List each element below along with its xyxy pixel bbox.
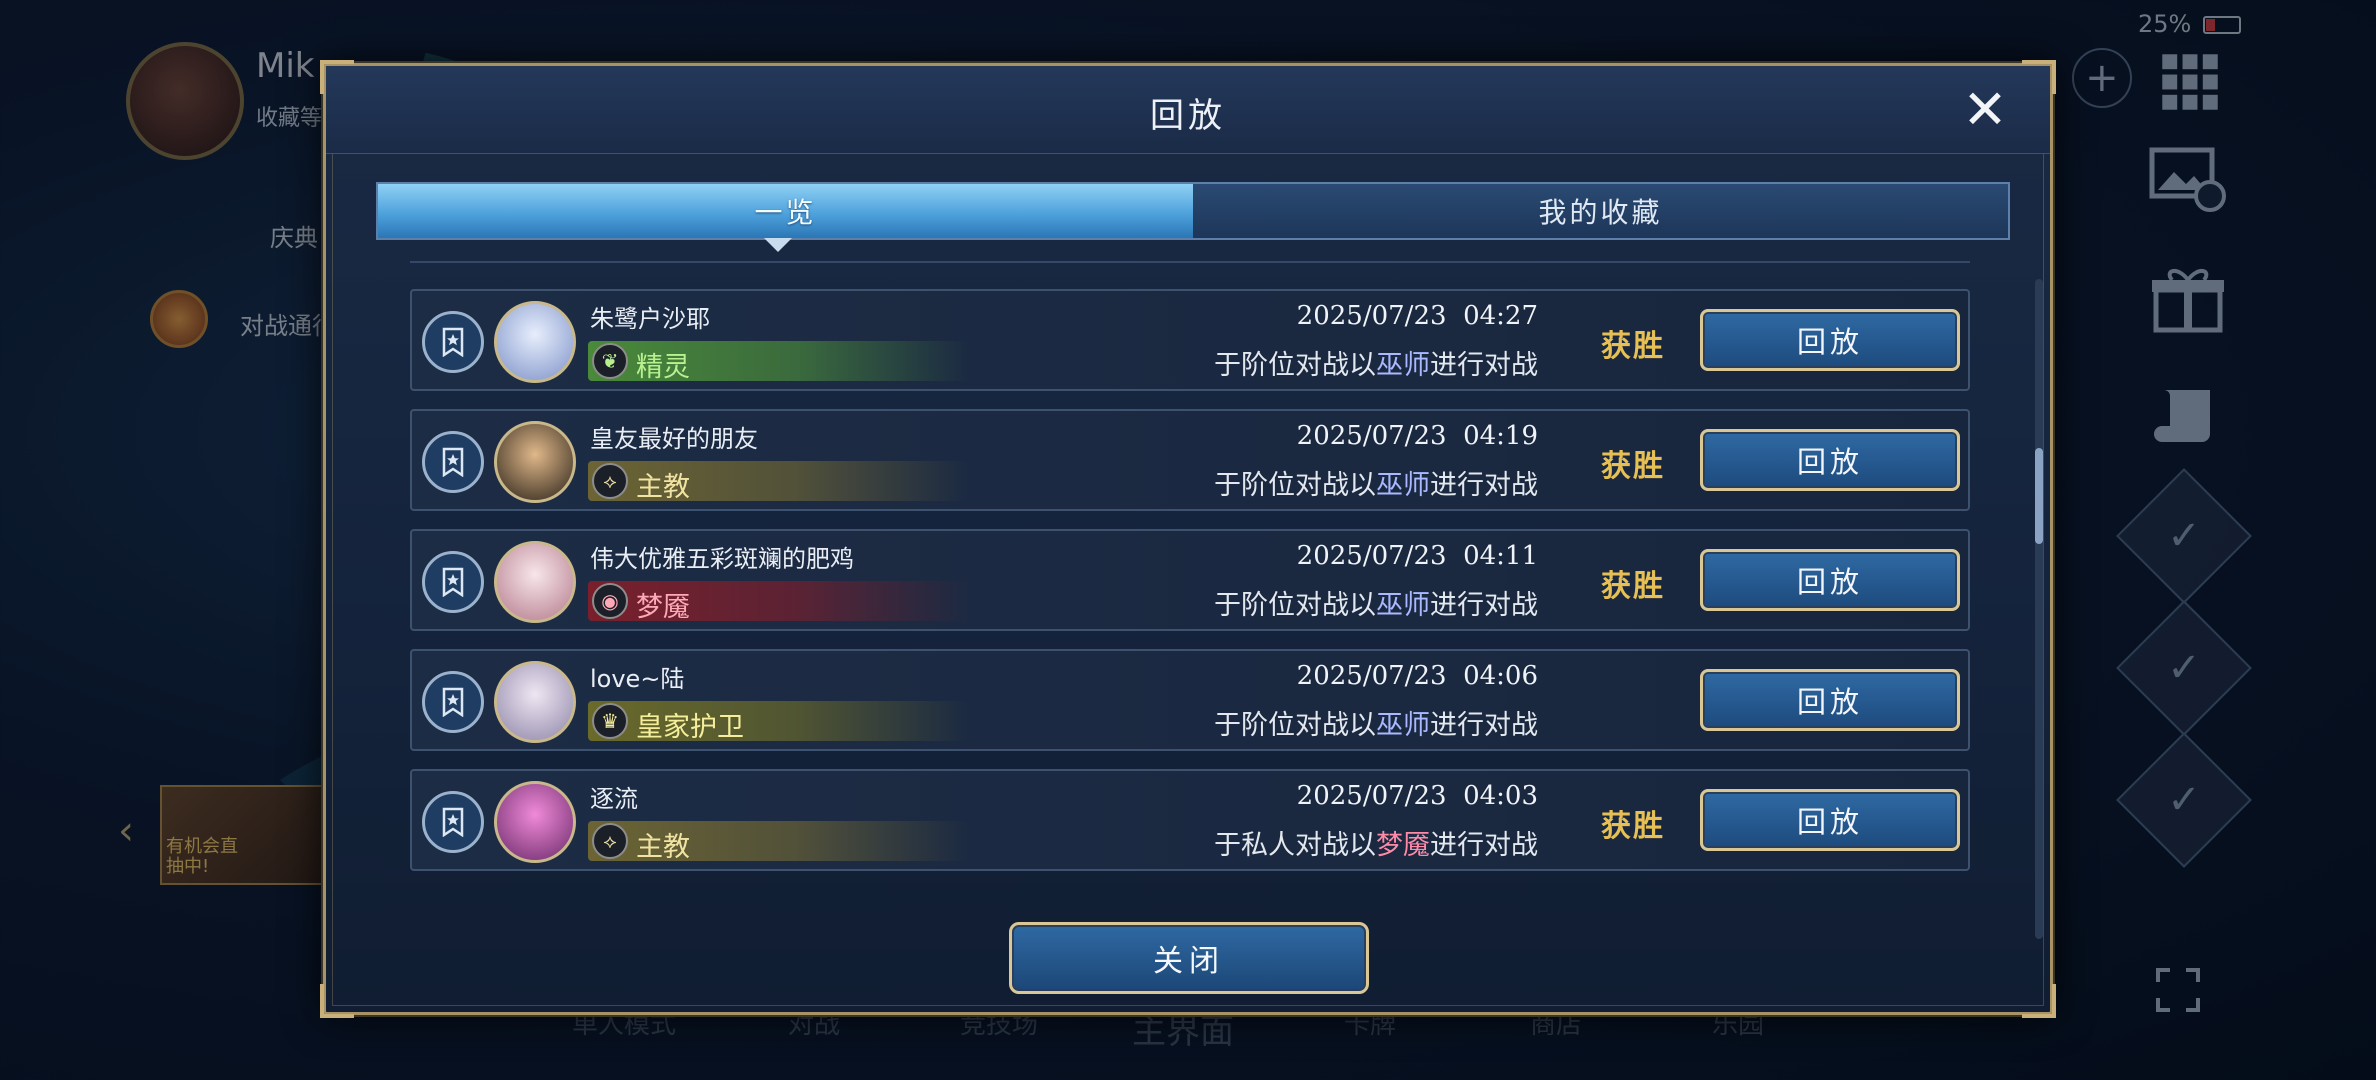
dialog-header: 回放 ✕: [326, 66, 2050, 154]
crown-icon: ♛: [592, 703, 628, 739]
mode-suffix: 进行对战: [1430, 830, 1538, 861]
match-result: 获胜: [1601, 449, 1665, 484]
mode-class: 巫师: [1376, 590, 1430, 621]
mode-prefix: 于阶位对战以: [1214, 590, 1376, 621]
favorite-button[interactable]: [422, 671, 484, 733]
opponent-name: 逐流: [590, 785, 638, 813]
opponent-avatar: [494, 661, 576, 743]
replay-button[interactable]: 回放: [1700, 309, 1960, 371]
replay-button[interactable]: 回放: [1700, 429, 1960, 491]
opponent-avatar: [494, 541, 576, 623]
favorite-button[interactable]: [422, 791, 484, 853]
match-date: 2025/07/23: [1296, 661, 1447, 691]
mode-class: 梦魇: [1376, 830, 1430, 861]
tab-my-favorites[interactable]: 我的收藏: [1193, 184, 2008, 238]
mode-suffix: 进行对战: [1430, 350, 1538, 381]
tab-overview[interactable]: 一览: [378, 184, 1193, 238]
opponent-name: 朱鹭户沙耶: [590, 305, 710, 333]
scrollbar[interactable]: [2035, 279, 2043, 939]
class-strip: ⟡ 主教: [588, 461, 968, 503]
match-time: 04:06: [1463, 661, 1538, 691]
match-datetime: 2025/07/23 04:03: [1297, 781, 1538, 811]
bishop-icon: ⟡: [592, 823, 628, 859]
class-label: 精灵: [636, 352, 690, 383]
nightmare-icon: ◉: [592, 583, 628, 619]
class-strip: ♛ 皇家护卫: [588, 701, 968, 743]
favorite-button[interactable]: [422, 551, 484, 613]
bookmark-star-icon: [442, 567, 464, 597]
class-label: 主教: [636, 472, 690, 503]
opponent-avatar: [494, 781, 576, 863]
replay-row: 逐流 ⟡ 主教 2025/07/23 04:03 于私人对战以梦魇进行对战 获胜…: [410, 769, 1970, 871]
match-time: 04:19: [1463, 421, 1538, 451]
class-label: 梦魇: [636, 592, 690, 623]
mode-class: 巫师: [1376, 350, 1430, 381]
replay-dialog: 回放 ✕ 一览 我的收藏 朱鹭户沙耶 ❦ 精灵 2025/07/23 04:27…: [320, 60, 2056, 1018]
dialog-corner: [320, 984, 354, 1018]
match-mode: 于阶位对战以巫师进行对战: [1214, 703, 1538, 742]
bookmark-star-icon: [442, 807, 464, 837]
match-result: 获胜: [1601, 329, 1665, 364]
match-datetime: 2025/07/23 04:06: [1297, 661, 1538, 691]
replay-button[interactable]: 回放: [1700, 789, 1960, 851]
mode-class: 巫师: [1376, 710, 1430, 741]
match-datetime: 2025/07/23 04:11: [1297, 541, 1538, 571]
class-strip: ❦ 精灵: [588, 341, 968, 383]
match-time: 04:11: [1463, 541, 1538, 571]
match-datetime: 2025/07/23 04:27: [1297, 301, 1538, 331]
dialog-corner: [2022, 984, 2056, 1018]
favorite-button[interactable]: [422, 311, 484, 373]
match-date: 2025/07/23: [1296, 421, 1447, 451]
class-label: 皇家护卫: [636, 712, 744, 743]
mode-prefix: 于阶位对战以: [1214, 350, 1376, 381]
mode-suffix: 进行对战: [1430, 470, 1538, 501]
replay-row: love~陆 ♛ 皇家护卫 2025/07/23 04:06 于阶位对战以巫师进…: [410, 649, 1970, 751]
replay-row: 皇友最好的朋友 ⟡ 主教 2025/07/23 04:19 于阶位对战以巫师进行…: [410, 409, 1970, 511]
match-date: 2025/07/23: [1296, 781, 1447, 811]
mode-prefix: 于阶位对战以: [1214, 470, 1376, 501]
match-date: 2025/07/23: [1296, 541, 1447, 571]
active-tab-pointer-icon: [764, 238, 792, 252]
mode-class: 巫师: [1376, 470, 1430, 501]
replay-button[interactable]: 回放: [1700, 669, 1960, 731]
opponent-name: 皇友最好的朋友: [590, 425, 758, 453]
bookmark-star-icon: [442, 447, 464, 477]
opponent-avatar: [494, 301, 576, 383]
close-button[interactable]: 关闭: [1009, 922, 1369, 994]
leaf-icon: ❦: [592, 343, 628, 379]
divider: [410, 261, 1970, 263]
replay-row: 伟大优雅五彩斑斓的肥鸡 ◉ 梦魇 2025/07/23 04:11 于阶位对战以…: [410, 529, 1970, 631]
favorite-button[interactable]: [422, 431, 484, 493]
mode-suffix: 进行对战: [1430, 590, 1538, 621]
match-mode: 于阶位对战以巫师进行对战: [1214, 343, 1538, 382]
match-result: 获胜: [1601, 809, 1665, 844]
match-mode: 于阶位对战以巫师进行对战: [1214, 463, 1538, 502]
opponent-name: 伟大优雅五彩斑斓的肥鸡: [590, 545, 854, 573]
match-result: 获胜: [1601, 569, 1665, 604]
match-mode: 于私人对战以梦魇进行对战: [1214, 823, 1538, 862]
replay-row: 朱鹭户沙耶 ❦ 精灵 2025/07/23 04:27 于阶位对战以巫师进行对战…: [410, 289, 1970, 391]
replay-list[interactable]: 朱鹭户沙耶 ❦ 精灵 2025/07/23 04:27 于阶位对战以巫师进行对战…: [410, 261, 1970, 941]
class-strip: ⟡ 主教: [588, 821, 968, 863]
match-mode: 于阶位对战以巫师进行对战: [1214, 583, 1538, 622]
match-time: 04:03: [1463, 781, 1538, 811]
bookmark-star-icon: [442, 327, 464, 357]
replay-button[interactable]: 回放: [1700, 549, 1960, 611]
opponent-avatar: [494, 421, 576, 503]
match-time: 04:27: [1463, 301, 1538, 331]
mode-prefix: 于阶位对战以: [1214, 710, 1376, 741]
mode-suffix: 进行对战: [1430, 710, 1538, 741]
match-datetime: 2025/07/23 04:19: [1297, 421, 1538, 451]
scrollbar-thumb[interactable]: [2035, 448, 2043, 544]
dialog-title: 回放: [1150, 96, 1226, 136]
bishop-icon: ⟡: [592, 463, 628, 499]
class-strip: ◉ 梦魇: [588, 581, 968, 623]
opponent-name: love~陆: [590, 665, 685, 693]
close-icon[interactable]: ✕: [1962, 83, 2008, 137]
replay-tabs: 一览 我的收藏: [376, 182, 2010, 240]
mode-prefix: 于私人对战以: [1214, 830, 1376, 861]
class-label: 主教: [636, 832, 690, 863]
match-date: 2025/07/23: [1296, 301, 1447, 331]
bookmark-star-icon: [442, 687, 464, 717]
